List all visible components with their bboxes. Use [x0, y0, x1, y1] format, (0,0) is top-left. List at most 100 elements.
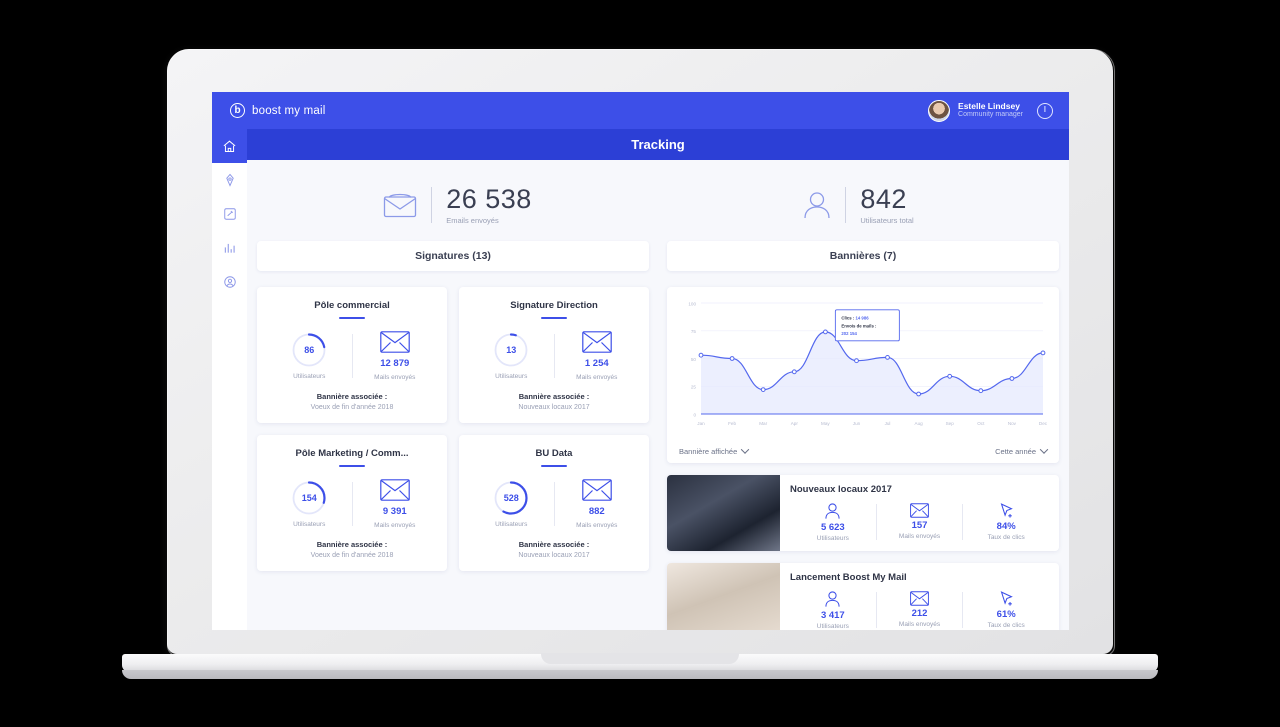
svg-text:Oct: Oct: [977, 421, 985, 426]
svg-text:25: 25: [691, 384, 697, 389]
sidebar-item-stats[interactable]: [212, 231, 247, 265]
sidebar-item-account[interactable]: [212, 265, 247, 299]
signatures-heading: Signatures (13): [415, 249, 491, 262]
envelope-icon: [384, 194, 417, 218]
kpi-emails-sent: 26 538 Emails envoyés: [257, 186, 658, 225]
banner-ctr-value: 84%: [996, 521, 1016, 532]
period-filter-label: Cette année: [995, 446, 1036, 456]
envelope-icon: [910, 503, 929, 518]
svg-text:Envois de mails :: Envois de mails :: [841, 323, 877, 328]
users-label: Utilisateurs: [495, 520, 528, 528]
signature-title: Pôle commercial: [314, 299, 390, 311]
sidebar-item-signature[interactable]: [212, 163, 247, 197]
user-menu[interactable]: Estelle Lindsey Community manager: [928, 99, 1053, 122]
area-chart[interactable]: 0 25 50 75 100 Jan Feb Mar Apr May Jun Jul Aug Sep Oct…: [675, 295, 1051, 441]
banner-filter-label: Bannière affichée: [679, 446, 738, 456]
svg-text:202 154: 202 154: [841, 330, 857, 335]
avatar: [928, 99, 951, 122]
title-underline: [541, 316, 567, 319]
signature-title: BU Data: [535, 447, 573, 459]
cursor-click-icon: [1000, 591, 1013, 606]
banner-ctr-stat: 84% Taux de clics: [963, 502, 1049, 541]
user-name: Estelle Lindsey: [958, 100, 1020, 111]
kpi-separator: [431, 187, 433, 224]
associated-banner-label: Bannière associée :: [518, 391, 590, 401]
kpi-separator: [845, 187, 847, 224]
banner-filter-dropdown[interactable]: Bannière affichée: [679, 445, 750, 456]
banner-mails-stat: 157 Mails envoyés: [877, 503, 963, 540]
svg-text:50: 50: [691, 356, 697, 361]
user-icon: [825, 590, 840, 607]
banner-mails-label: Mails envoyés: [898, 533, 941, 540]
banner-users-value: 3 417: [820, 609, 845, 621]
mails-count: 882: [588, 505, 605, 517]
banner-users-label: Utilisateurs: [816, 534, 849, 542]
banner-mails-value: 157: [911, 520, 928, 531]
content-scroll-area[interactable]: 26 538 Emails envoyés 842 Utilisateurs t…: [247, 160, 1069, 630]
edit-box-icon: [223, 208, 236, 220]
envelope-icon: [379, 478, 410, 501]
signature-card[interactable]: Signature Direction 13 Utilisateurs 1 254 Ma…: [459, 286, 649, 423]
title-underline: [541, 464, 567, 467]
users-count: 86: [304, 344, 315, 355]
signature-card[interactable]: Pôle Marketing / Comm... 154 Utilisateurs 9…: [257, 434, 447, 571]
page-title: Tracking: [631, 137, 685, 152]
user-circle-icon: [223, 276, 236, 288]
signature-users-stat: 154 Utilisateurs: [267, 480, 352, 528]
signature-users-stat: 86 Utilisateurs: [267, 332, 352, 380]
users-donut-chart: 154: [291, 480, 327, 516]
signature-title: Signature Direction: [510, 299, 598, 311]
users-count: 528: [503, 492, 519, 503]
user-icon: [804, 192, 830, 219]
signatures-section-header[interactable]: Signatures (13): [257, 240, 649, 271]
signature-title: Pôle Marketing / Comm...: [295, 447, 409, 459]
associated-banner: Bannière associée : Nouveaux locaux 2017: [469, 392, 639, 411]
users-donut-chart: 13: [493, 332, 529, 368]
associated-banner: Bannière associée : Voeux de fin d'année …: [267, 392, 437, 411]
svg-text:Dec: Dec: [1039, 421, 1048, 426]
svg-text:Apr: Apr: [791, 421, 799, 426]
power-icon[interactable]: [1037, 102, 1053, 119]
signatures-column: Signatures (13) Pôle commercial 86 Utilisa…: [257, 240, 649, 631]
banners-section-header[interactable]: Bannières (7): [667, 240, 1059, 271]
banner-mails-value: 212: [911, 608, 928, 619]
signature-users-stat: 528 Utilisateurs: [469, 480, 554, 528]
chart-area-fill: [701, 331, 1043, 414]
svg-text:Jun: Jun: [853, 421, 861, 426]
mails-count: 1 254: [584, 357, 609, 369]
banner-mails-stat: 212 Mails envoyés: [877, 591, 963, 628]
signature-mails-stat: 9 391 Mails envoyés: [353, 478, 438, 529]
svg-text:0: 0: [693, 412, 696, 417]
users-count: 13: [506, 344, 517, 355]
users-donut-chart: 528: [493, 480, 529, 516]
brand-logo[interactable]: b boost my mail: [230, 103, 326, 118]
signature-card[interactable]: Pôle commercial 86 Utilisateurs 12 879 Mails…: [257, 286, 447, 423]
kpi-row: 26 538 Emails envoyés 842 Utilisateurs t…: [257, 160, 1059, 241]
banner-title: Lancement Boost My Mail: [790, 571, 907, 583]
laptop-base-shadow: [122, 670, 1158, 679]
envelope-icon: [379, 330, 410, 353]
sidebar-item-campaigns[interactable]: [212, 197, 247, 231]
mails-label: Mails envoyés: [576, 521, 618, 529]
svg-text:Sep: Sep: [946, 421, 955, 426]
app-header: b boost my mail Estelle Lindsey Communit…: [212, 92, 1069, 129]
sidebar-item-home[interactable]: [212, 129, 247, 163]
signature-card[interactable]: BU Data 528 Utilisateurs 882 Mails envoyés Ba…: [459, 434, 649, 571]
banner-ctr-stat: 61% Taux de clics: [963, 590, 1049, 629]
envelope-icon: [910, 591, 929, 606]
banner-thumbnail: [667, 474, 780, 551]
kpi-label: Emails envoyés: [446, 216, 499, 225]
laptop-mockup: b boost my mail Estelle Lindsey Communit…: [0, 0, 1280, 727]
banner-list-item[interactable]: Nouveaux locaux 2017 5 623 Utilisateurs 157…: [667, 474, 1059, 551]
period-filter-dropdown[interactable]: Cette année: [995, 445, 1049, 456]
signature-mails-stat: 12 879 Mails envoyés: [353, 330, 438, 381]
users-count: 154: [301, 492, 317, 503]
banner-ctr-label: Taux de clics: [987, 534, 1025, 541]
kpi-label: Utilisateurs total: [860, 216, 914, 225]
banner-list-item[interactable]: Lancement Boost My Mail 3 417 Utilisateurs…: [667, 562, 1059, 630]
cursor-click-icon: [1000, 503, 1013, 518]
sidebar: [212, 129, 247, 630]
user-icon: [825, 502, 840, 519]
associated-banner-name: Nouveaux locaux 2017: [518, 551, 590, 559]
chart-canvas: 0 25 50 75 100 Jan Feb Mar Apr May Jun Jul Aug Sep Oct…: [688, 301, 1048, 426]
